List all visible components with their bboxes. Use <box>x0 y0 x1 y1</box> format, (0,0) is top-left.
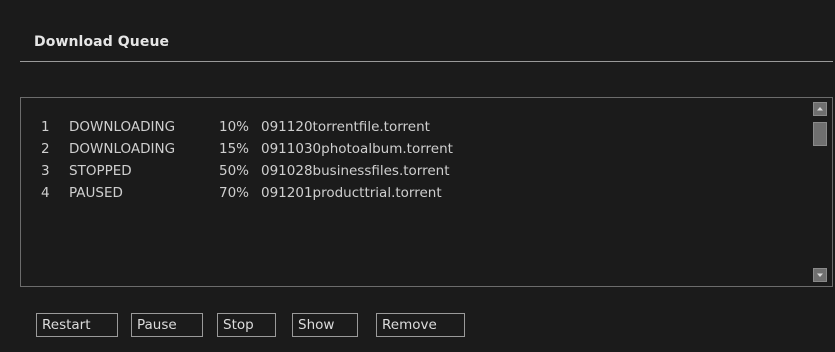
arrow-down-icon[interactable] <box>813 268 827 282</box>
row-index: 2 <box>41 141 50 157</box>
row-progress: 10% <box>219 119 250 135</box>
panel-title: Download Queue <box>34 34 170 50</box>
row-status: DOWNLOADING <box>69 141 176 157</box>
row-filename: 0911030photoalbum.torrent <box>261 141 453 157</box>
vertical-scrollbar[interactable] <box>809 98 832 286</box>
row-filename: 091028businessfiles.torrent <box>261 163 450 179</box>
remove-button[interactable]: Remove <box>376 313 465 337</box>
row-index: 3 <box>41 163 50 179</box>
queue-row[interactable]: 4 PAUSED 70% 091201producttrial.torrent <box>41 182 801 204</box>
queue-row[interactable]: 2 DOWNLOADING 15% 0911030photoalbum.torr… <box>41 138 801 160</box>
row-status: STOPPED <box>69 163 132 179</box>
restart-button[interactable]: Restart <box>36 313 118 337</box>
arrow-up-icon[interactable] <box>813 102 827 116</box>
row-status: DOWNLOADING <box>69 119 176 135</box>
pause-button[interactable]: Pause <box>131 313 203 337</box>
download-queue-list[interactable]: 1 DOWNLOADING 10% 091120torrentfile.torr… <box>20 97 833 287</box>
row-progress: 15% <box>219 141 250 157</box>
queue-row[interactable]: 1 DOWNLOADING 10% 091120torrentfile.torr… <box>41 116 801 138</box>
show-button[interactable]: Show <box>292 313 358 337</box>
row-filename: 091201producttrial.torrent <box>261 185 442 201</box>
stop-button[interactable]: Stop <box>217 313 276 337</box>
row-index: 1 <box>41 119 50 135</box>
title-divider <box>20 61 833 62</box>
row-status: PAUSED <box>69 185 123 201</box>
row-progress: 50% <box>219 163 250 179</box>
queue-rows: 1 DOWNLOADING 10% 091120torrentfile.torr… <box>41 116 801 204</box>
row-index: 4 <box>41 185 50 201</box>
scrollbar-thumb[interactable] <box>813 122 827 146</box>
row-filename: 091120torrentfile.torrent <box>261 119 430 135</box>
row-progress: 70% <box>219 185 250 201</box>
queue-row[interactable]: 3 STOPPED 50% 091028businessfiles.torren… <box>41 160 801 182</box>
